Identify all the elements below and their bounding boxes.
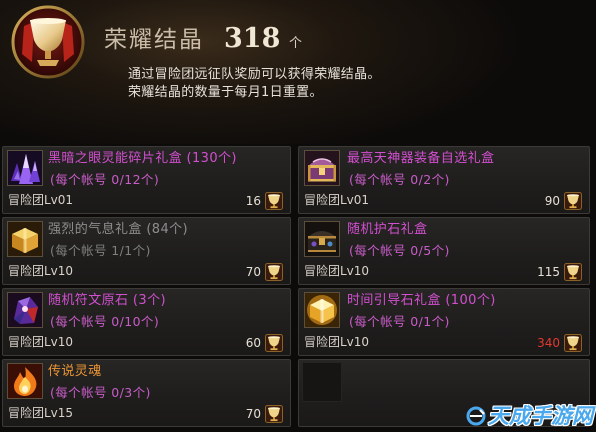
gold-box-icon[interactable] — [7, 221, 43, 257]
item-name: 最高天神器装备自选礼盒 — [347, 151, 495, 166]
rune-stone-icon[interactable] — [7, 292, 43, 328]
glory-crystal-coin-icon — [564, 192, 582, 210]
shop-item-card[interactable]: 最高天神器装备自选礼盒 (每个帐号 0/2个) 冒险团Lv01 90 — [298, 146, 590, 214]
item-purchase-limit: (每个帐号 0/2个) — [349, 172, 450, 187]
item-name: 传说灵魂 — [48, 364, 102, 379]
fire-soul-icon[interactable] — [7, 363, 43, 399]
item-purchase-limit: (每个帐号 0/10个) — [50, 314, 160, 329]
shop-item-card[interactable]: 强烈的气息礼盒 (84个) (每个帐号 1/1个) 冒险团Lv10 70 — [2, 217, 291, 285]
item-purchase-limit: (每个帐号 0/12个) — [50, 172, 160, 187]
watermark-logo-icon — [466, 406, 486, 426]
dark-chest-icon[interactable] — [304, 221, 340, 257]
price-value: 340 — [537, 335, 560, 350]
item-name: 随机符文原石 (3个) — [48, 293, 166, 308]
item-price: 340 — [537, 333, 582, 352]
item-level-requirement: 冒险团Lv01 — [8, 193, 74, 207]
currency-description-line-1: 通过冒险团远征队奖励可以获得荣耀结晶。 — [128, 67, 381, 82]
glory-crystal-coin-icon — [265, 192, 283, 210]
currency-unit: 个 — [289, 36, 303, 51]
currency-amount: 318 — [224, 23, 281, 54]
item-purchase-limit: (每个帐号 1/1个) — [50, 243, 151, 258]
item-price: 90 — [545, 191, 582, 210]
glory-crystal-icon — [10, 4, 86, 80]
currency-name: 荣耀结晶 — [104, 27, 204, 53]
price-value: 70 — [245, 264, 261, 279]
item-purchase-limit: (每个帐号 0/1个) — [349, 314, 450, 329]
shop-item-card[interactable]: 传说灵魂 (每个帐号 0/3个) 冒险团Lv15 70 — [2, 359, 291, 427]
price-value: 60 — [245, 335, 261, 350]
item-name: 时间引导石礼盒 (100个) — [347, 293, 496, 308]
item-purchase-limit: (每个帐号 0/5个) — [349, 243, 450, 258]
item-name: 随机护石礼盒 — [347, 222, 428, 237]
crystal-shards-icon[interactable] — [7, 150, 43, 186]
glory-crystal-coin-icon — [564, 334, 582, 352]
item-level-requirement: 冒险团Lv01 — [304, 193, 370, 207]
shop-item-card[interactable]: 随机符文原石 (3个) (每个帐号 0/10个) 冒险团Lv10 60 — [2, 288, 291, 356]
item-price: 70 — [246, 262, 283, 281]
item-name: 黑暗之眼灵能碎片礼盒 (130个) — [48, 151, 237, 166]
item-price: 60 — [246, 333, 283, 352]
item-purchase-limit: (每个帐号 0/3个) — [50, 385, 151, 400]
empty-item-slot — [302, 362, 342, 402]
watermark: 天成手游网 — [466, 403, 593, 429]
glowing-box-icon[interactable] — [304, 292, 340, 328]
item-name: 强烈的气息礼盒 (84个) — [48, 222, 189, 237]
price-value: 70 — [245, 406, 261, 421]
item-level-requirement: 冒险团Lv10 — [8, 335, 74, 349]
watermark-text: 天成手游网 — [488, 404, 593, 428]
price-value: 115 — [537, 264, 560, 279]
item-level-requirement: 冒险团Lv10 — [304, 335, 370, 349]
item-price: 115 — [537, 262, 582, 281]
shop-item-card[interactable]: 随机护石礼盒 (每个帐号 0/5个) 冒险团Lv10 115 — [298, 217, 590, 285]
glory-crystal-coin-icon — [564, 263, 582, 281]
glory-crystal-coin-icon — [265, 405, 283, 423]
currency-description-line-2: 荣耀结晶的数量于每月1日重置。 — [128, 85, 323, 100]
item-price: 70 — [246, 404, 283, 423]
shop-item-card[interactable]: 时间引导石礼盒 (100个) (每个帐号 0/1个) 冒险团Lv10 340 — [298, 288, 590, 356]
item-level-requirement: 冒险团Lv10 — [8, 264, 74, 278]
glory-crystal-coin-icon — [265, 334, 283, 352]
item-level-requirement: 冒险团Lv15 — [8, 406, 74, 420]
shop-item-card[interactable]: 黑暗之眼灵能碎片礼盒 (130个) (每个帐号 0/12个) 冒险团Lv01 1… — [2, 146, 291, 214]
item-level-requirement: 冒险团Lv10 — [304, 264, 370, 278]
glory-crystal-coin-icon — [265, 263, 283, 281]
price-value: 90 — [544, 193, 560, 208]
treasure-chest-icon[interactable] — [304, 150, 340, 186]
price-value: 16 — [245, 193, 261, 208]
item-price: 16 — [246, 191, 283, 210]
